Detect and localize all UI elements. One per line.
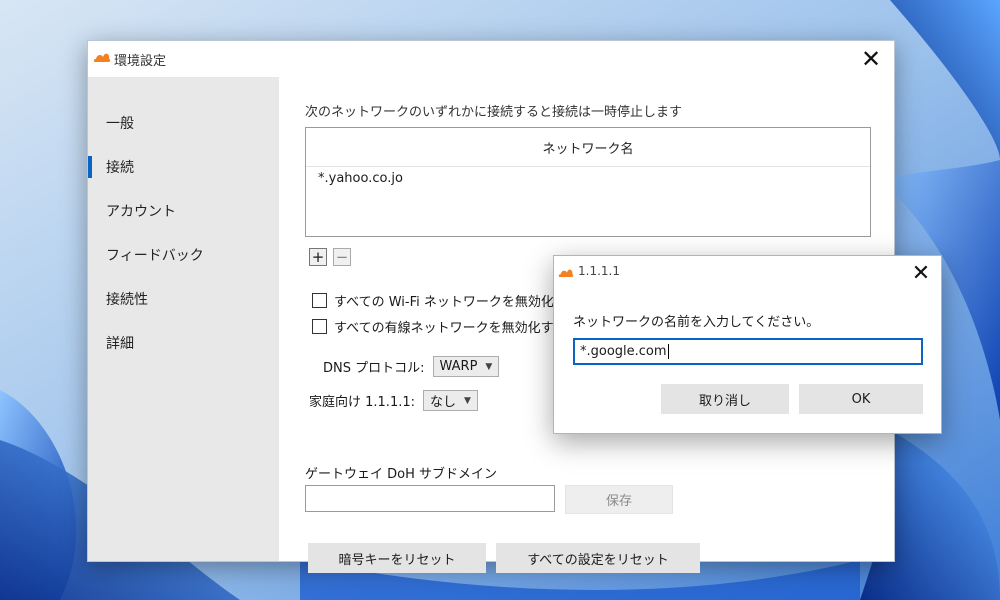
dialog-close-button[interactable]: ✕ (901, 256, 941, 290)
sidebar-item-connectivity[interactable]: 接続性 (88, 282, 279, 314)
text-caret (667, 344, 669, 359)
dns-protocol-select[interactable]: WARP ▼ (432, 356, 500, 377)
sidebar: 一般 接続 アカウント フィードバック 接続性 詳細 (88, 77, 279, 561)
sidebar-item-label: 一般 (106, 116, 134, 132)
cancel-button[interactable]: 取り消し (661, 384, 789, 414)
sidebar-item-connection[interactable]: 接続 (88, 150, 279, 182)
network-list-header: ネットワーク名 (306, 128, 870, 167)
sidebar-item-advanced[interactable]: 詳細 (88, 326, 279, 358)
network-name-value: *.google.com (580, 344, 667, 359)
reset-keys-button[interactable]: 暗号キーをリセット (308, 543, 486, 573)
sidebar-item-label: 接続性 (106, 292, 148, 308)
sidebar-item-account[interactable]: アカウント (88, 194, 279, 226)
sidebar-item-general[interactable]: 一般 (88, 106, 279, 138)
sidebar-item-feedback[interactable]: フィードバック (88, 238, 279, 270)
add-network-dialog: 1.1.1.1 ✕ ネットワークの名前を入力してください。 *.google.c… (553, 255, 942, 434)
disable-wifi-checkbox[interactable] (312, 293, 327, 308)
save-button[interactable]: 保存 (565, 485, 673, 514)
sidebar-item-label: 接続 (106, 160, 134, 176)
window-close-button[interactable]: ✕ (848, 41, 894, 77)
families-row: 家庭向け 1.1.1.1: なし ▼ (309, 390, 478, 411)
section-heading: 次のネットワークのいずれかに接続すると接続は一時停止します (305, 105, 683, 120)
sidebar-item-label: フィードバック (106, 248, 204, 264)
families-select[interactable]: なし ▼ (423, 390, 478, 411)
window-titlebar[interactable]: 環境設定 ✕ (88, 41, 894, 77)
dns-protocol-label: DNS プロトコル: (323, 361, 425, 376)
disable-wifi-option[interactable]: すべての Wi-Fi ネットワークを無効化する (312, 291, 580, 310)
window-title: 環境設定 (114, 54, 167, 69)
sidebar-item-label: アカウント (106, 204, 176, 220)
families-label: 家庭向け 1.1.1.1: (309, 395, 415, 410)
cloudflare-logo-icon (93, 53, 111, 62)
cloudflare-logo-icon (558, 269, 574, 277)
families-value: なし (430, 395, 457, 410)
disable-wifi-label: すべての Wi-Fi ネットワークを無効化する (334, 295, 580, 310)
network-name-input[interactable]: *.google.com (573, 338, 923, 365)
ok-button[interactable]: OK (799, 384, 923, 414)
dns-protocol-value: WARP (439, 359, 478, 374)
chevron-down-icon: ▼ (464, 395, 471, 406)
list-item[interactable]: *.yahoo.co.jo (306, 167, 870, 190)
remove-network-button[interactable]: − (333, 248, 351, 266)
chevron-down-icon: ▼ (485, 361, 493, 372)
active-indicator (88, 156, 92, 178)
reset-all-button[interactable]: すべての設定をリセット (496, 543, 700, 573)
dialog-prompt: ネットワークの名前を入力してください。 (573, 315, 820, 330)
add-network-button[interactable]: + (309, 248, 327, 266)
doh-subdomain-input[interactable] (305, 485, 555, 512)
disable-wired-label: すべての有線ネットワークを無効化する (334, 321, 567, 336)
disable-wired-checkbox[interactable] (312, 319, 327, 334)
dns-protocol-row: DNS プロトコル: WARP ▼ (323, 356, 500, 377)
disable-wired-option[interactable]: すべての有線ネットワークを無効化する (312, 317, 567, 336)
network-list: ネットワーク名 *.yahoo.co.jo (305, 127, 871, 237)
dialog-title: 1.1.1.1 (578, 264, 620, 278)
sidebar-item-label: 詳細 (106, 336, 134, 352)
doh-subdomain-label: ゲートウェイ DoH サブドメイン (305, 467, 498, 482)
